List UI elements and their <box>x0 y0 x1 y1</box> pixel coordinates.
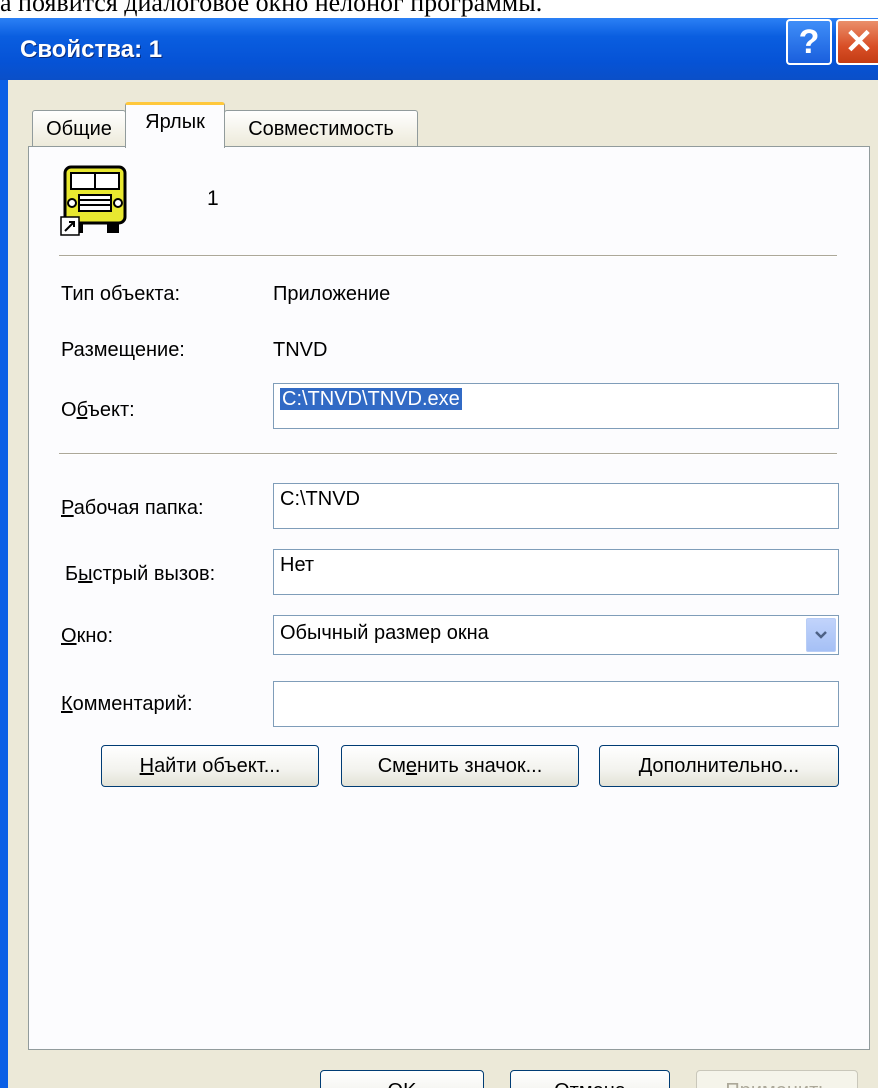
apply-button[interactable]: Применить <box>696 1070 858 1088</box>
comment-label: Комментарий: <box>61 693 193 715</box>
help-button[interactable]: ? <box>786 19 832 65</box>
run-label: Окно: <box>61 625 114 647</box>
tab-general[interactable]: Общие <box>32 110 126 148</box>
dialog-body: Общие Ярлык Совместимость 1 Тип объекта: <box>8 80 878 1088</box>
tab-compatibility[interactable]: Совместимость <box>224 110 418 148</box>
workdir-field[interactable]: C:\TNVD <box>273 483 839 529</box>
hotkey-label: Быстрый вызов: <box>65 563 216 585</box>
advanced-button[interactable]: Дополнительно... <box>599 745 839 787</box>
cancel-button[interactable]: Отмена <box>510 1070 670 1088</box>
target-type-value: Приложение <box>273 283 391 305</box>
hotkey-field[interactable]: Нет <box>273 549 839 595</box>
ok-button[interactable]: OK <box>320 1070 484 1088</box>
shortcut-name: 1 <box>207 187 219 210</box>
target-location-value: TNVD <box>273 339 328 361</box>
workdir-label: Рабочая папка: <box>61 497 204 519</box>
target-value: C:\TNVD\TNVD.exe <box>280 388 462 410</box>
chevron-down-icon[interactable] <box>806 618 836 652</box>
document-caption: а появится диалоговое окно нелоног прогр… <box>0 0 543 17</box>
properties-dialog: Свойства: 1 ? ✕ Общие Ярлык Совместимост… <box>0 18 878 1088</box>
target-field[interactable]: C:\TNVD\TNVD.exe <box>273 383 839 429</box>
divider <box>59 453 837 455</box>
find-target-button[interactable]: Найти объект... <box>101 745 319 787</box>
change-icon-button[interactable]: См е нить значок... <box>341 745 579 787</box>
run-select-value: Обычный размер окна <box>280 622 489 644</box>
target-location-label: Размещение: <box>61 339 185 361</box>
title-bar[interactable]: Свойства: 1 ? ✕ <box>0 18 878 80</box>
shortcut-panel: 1 Тип объекта: Приложение Размещение: TN… <box>28 146 870 1050</box>
comment-field[interactable] <box>273 681 839 727</box>
tab-shortcut[interactable]: Ярлык <box>125 102 225 148</box>
target-type-label: Тип объекта: <box>61 283 181 305</box>
window-title: Свойства: 1 <box>20 36 163 63</box>
close-button[interactable]: ✕ <box>836 19 878 65</box>
run-select[interactable]: Обычный размер окна <box>273 615 839 655</box>
divider <box>59 255 837 257</box>
bus-shortcut-icon <box>60 165 127 236</box>
target-label: Объект: <box>61 399 135 421</box>
